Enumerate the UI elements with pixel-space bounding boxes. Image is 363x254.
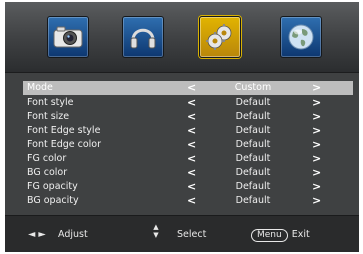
tab-sound[interactable] [122,16,164,58]
menu-row-label: Font size [27,111,70,122]
right-arrow-icon[interactable]: > [312,124,321,138]
left-arrow-icon[interactable]: < [187,180,196,194]
menu-row[interactable]: Font size < Default > [23,110,353,124]
menu-row-label: Mode [27,82,53,93]
right-arrow-icon[interactable]: > [312,81,321,95]
menu-row-label: BG opacity [27,195,79,206]
menu-row-value: Default [235,195,271,206]
left-arrow-icon[interactable]: < [187,96,196,110]
menu-row[interactable]: BG color < Default > [23,166,353,180]
tab-picture[interactable] [47,16,89,58]
menu-row-value: Default [235,167,271,178]
tab-setup[interactable] [199,16,241,58]
menu-row-label: Font Edge color [27,139,102,150]
right-arrow-icon[interactable]: > [312,180,321,194]
footer-hints: ◄ ► Adjust ▲▼ Select Menu Exit [5,215,359,252]
menu-row-label: FG opacity [27,181,78,192]
left-arrow-icon[interactable]: < [187,166,196,180]
adjust-hint-label: Adjust [58,229,88,240]
menu-row-value: Default [235,111,271,122]
menu-row-value: Default [235,153,271,164]
left-arrow-icon[interactable]: < [187,110,196,124]
menu-row[interactable]: Font Edge style < Default > [23,124,353,138]
menu-row-value: Custom [234,82,272,93]
camera-icon [53,25,83,49]
menu-key-icon: Menu [251,229,288,242]
select-hint-icon: ▲▼ [153,223,159,239]
menu-row[interactable]: FG opacity < Default > [23,180,353,194]
right-arrow-icon[interactable]: > [312,110,321,124]
settings-menu: Mode < Custom > Font style < Default > Font size… [23,81,353,212]
exit-hint: Menu Exit [251,228,310,242]
select-hint-label: Select [177,229,207,240]
gear-icon [205,22,235,52]
right-arrow-icon[interactable]: > [312,152,321,166]
menu-row-value: Default [235,181,271,192]
left-arrow-icon[interactable]: < [187,81,196,95]
menu-row-value: Default [235,125,271,136]
menu-row-label: Font style [27,97,74,108]
menu-row[interactable]: Font style < Default > [23,96,353,110]
right-arrow-icon[interactable]: > [312,166,321,180]
headphones-icon [128,23,158,51]
menu-row-label: Font Edge style [27,125,101,136]
right-arrow-icon[interactable]: > [312,194,321,208]
osd-panel: Mode < Custom > Font style < Default > Font size… [5,2,359,252]
menu-row-value: Default [235,97,271,108]
left-arrow-icon[interactable]: < [187,194,196,208]
exit-hint-label: Exit [291,229,310,240]
menu-row[interactable]: Font Edge color < Default > [23,138,353,152]
menu-row[interactable]: BG opacity < Default > [23,194,353,208]
left-arrow-icon[interactable]: < [187,124,196,138]
menu-row[interactable]: FG color < Default > [23,152,353,166]
menu-row-label: BG color [27,167,68,178]
left-arrow-icon[interactable]: < [187,138,196,152]
right-arrow-icon[interactable]: > [312,96,321,110]
globe-icon [287,23,315,51]
adjust-hint-icon: ◄ ► [28,229,46,240]
tab-bar [5,2,359,73]
menu-row-label: FG color [27,153,67,164]
right-arrow-icon[interactable]: > [312,138,321,152]
left-arrow-icon[interactable]: < [187,152,196,166]
menu-row[interactable]: Mode < Custom > [23,81,353,95]
tab-network[interactable] [280,16,322,58]
menu-row-value: Default [235,139,271,150]
